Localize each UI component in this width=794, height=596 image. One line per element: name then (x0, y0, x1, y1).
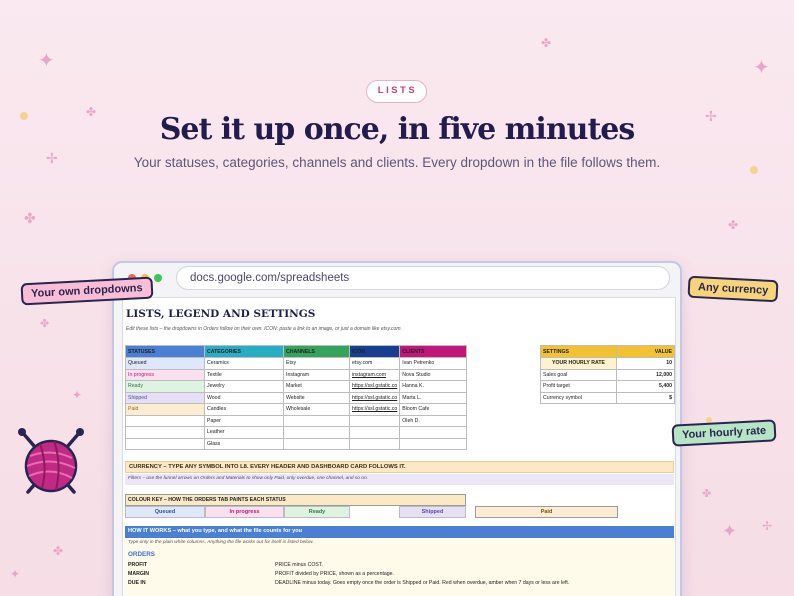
sparkle-icon: ✤ (40, 317, 50, 330)
url-bar[interactable]: docs.google.com/spreadsheets (176, 266, 670, 290)
list-cell[interactable] (348, 414, 401, 427)
list-cell[interactable]: Glass (204, 437, 284, 450)
settings-label: YOUR HOURLY RATE (540, 357, 617, 370)
browser-window: docs.google.com/spreadsheets LISTS, LEGE… (112, 261, 682, 596)
list-cell[interactable]: Wholesale (283, 403, 350, 416)
list-cell[interactable] (283, 426, 350, 439)
settings-value[interactable]: 12,000 (616, 368, 675, 381)
sparkle-icon: ✦ (72, 388, 83, 402)
settings-label: Sales goal (540, 368, 617, 381)
settings-table: SETTINGS VALUE YOUR HOURLY RATE 10 Sales… (540, 345, 675, 404)
list-cell[interactable] (399, 426, 468, 439)
how-it-works-title: HOW IT WORKS – what you type, and what t… (125, 526, 674, 538)
colour-key-paid: Paid (475, 506, 618, 518)
settings-value[interactable]: 5,400 (616, 380, 675, 393)
list-cell[interactable]: Marta L. (399, 391, 468, 404)
how-it-works-body (125, 538, 674, 596)
yarn-ball-icon (18, 428, 84, 494)
list-cell[interactable]: Textile (204, 368, 284, 381)
how-desc: DEADLINE minus today. Goes empty once th… (275, 580, 570, 586)
list-cell[interactable] (399, 437, 468, 450)
lists-table: STATUSES CATEGORIES CHANNELS ICON CLIENT… (125, 345, 468, 450)
list-cell[interactable] (125, 437, 205, 450)
how-term: MARGIN (128, 571, 150, 577)
list-cell[interactable]: Paper (204, 414, 284, 427)
orders-section-title: ORDERS (128, 551, 155, 558)
list-cell[interactable]: Hanna K. (399, 380, 468, 393)
sparkle-icon: ✤ (53, 544, 64, 558)
settings-label: Currency symbol (540, 391, 617, 404)
list-cell[interactable]: Ceramics (204, 357, 284, 370)
list-cell[interactable]: https://ssl.gstatic.co (348, 391, 401, 404)
how-term: PROFIT (128, 562, 148, 568)
list-cell[interactable] (348, 437, 401, 450)
section-pill: LISTS (366, 80, 427, 103)
sheet-note: Edit these lists – the dropdowns in Orde… (126, 326, 402, 332)
list-cell[interactable]: Bloom Cafe (399, 403, 468, 416)
sparkle-icon: ✦ (10, 567, 21, 581)
list-cell[interactable]: Nova Studio (399, 368, 468, 381)
colour-key-in-progress: In progress (205, 506, 284, 518)
how-term: DUE IN (128, 580, 146, 586)
settings-header: SETTINGS (540, 345, 617, 358)
how-desc: PRICE minus COST. (275, 562, 323, 568)
list-cell[interactable]: etsy.com (348, 357, 401, 370)
list-cell[interactable]: Candles (204, 403, 284, 416)
list-cell[interactable]: Ivan Petrenko (399, 357, 468, 370)
headline: Set it up once, in five minutes (159, 112, 636, 147)
list-cell[interactable]: Shipped (125, 391, 205, 404)
categories-header: CATEGORIES (204, 345, 284, 358)
list-cell[interactable]: In progress (125, 368, 205, 381)
how-desc: PROFIT divided by PRICE, shown as a perc… (275, 571, 394, 577)
colour-key-shipped: Shipped (399, 506, 466, 518)
list-cell[interactable]: Oleh D. (399, 414, 468, 427)
how-it-works-note: Type only in the plain white columns. An… (128, 540, 314, 545)
sparkle-icon: ✤ (24, 211, 36, 227)
list-cell[interactable]: Queued (125, 357, 205, 370)
sparkle-icon: ✢ (762, 519, 773, 533)
list-cell[interactable]: Website (283, 391, 350, 404)
list-cell[interactable]: Jewelry (204, 380, 284, 393)
sparkle-icon: ✦ (753, 55, 770, 79)
list-cell[interactable]: https://ssl.gstatic.co (348, 380, 401, 393)
list-cell[interactable] (283, 437, 350, 450)
settings-value[interactable]: 10 (616, 357, 675, 370)
icon-header: ICON (348, 345, 401, 358)
list-cell[interactable]: Etsy (283, 357, 350, 370)
channels-header: CHANNELS (283, 345, 350, 358)
subheadline: Your statuses, categories, channels and … (133, 155, 661, 170)
colour-key-title: COLOUR KEY – HOW THE ORDERS TAB PAINTS E… (125, 494, 466, 506)
sparkle-icon: ✤ (728, 218, 739, 232)
statuses-header: STATUSES (125, 345, 205, 358)
list-cell[interactable]: Instagram (283, 368, 350, 381)
list-cell[interactable]: instagram.com (348, 368, 401, 381)
colour-key-ready: Ready (284, 506, 350, 518)
currency-banner: CURRENCY – TYPE ANY SYMBOL INTO L8. EVER… (125, 461, 674, 473)
colour-key-queued: Queued (125, 506, 205, 518)
filters-note: Filters – use the funnel arrows on Order… (125, 474, 674, 485)
list-cell[interactable]: Market (283, 380, 350, 393)
list-cell[interactable] (125, 414, 205, 427)
clients-header: CLIENTS (399, 345, 468, 358)
spreadsheet: LISTS, LEGEND AND SETTINGS Edit these li… (122, 297, 676, 596)
list-cell[interactable]: Wood (204, 391, 284, 404)
settings-label: Profit target (540, 380, 617, 393)
list-cell[interactable] (125, 426, 205, 439)
settings-value[interactable]: $ (616, 391, 675, 404)
callout-currency: Any currency (687, 275, 779, 303)
sparkle-icon: ✦ (722, 521, 738, 542)
list-cell[interactable]: Paid (125, 403, 205, 416)
settings-value-header: VALUE (616, 345, 675, 358)
sparkle-icon: ✤ (702, 487, 712, 500)
sparkle-icon: ✤ (541, 36, 552, 50)
list-cell[interactable]: Leather (204, 426, 284, 439)
sheet-title: LISTS, LEGEND AND SETTINGS (126, 308, 316, 320)
list-cell[interactable]: Ready (125, 380, 205, 393)
list-cell[interactable]: https://ssl.gstatic.co (348, 403, 401, 416)
window-maximize-dot[interactable] (154, 274, 162, 282)
list-cell[interactable] (348, 426, 401, 439)
list-cell[interactable] (283, 414, 350, 427)
callout-hourly-rate: Your hourly rate (671, 419, 777, 447)
sparkle-icon: ✦ (38, 48, 55, 72)
